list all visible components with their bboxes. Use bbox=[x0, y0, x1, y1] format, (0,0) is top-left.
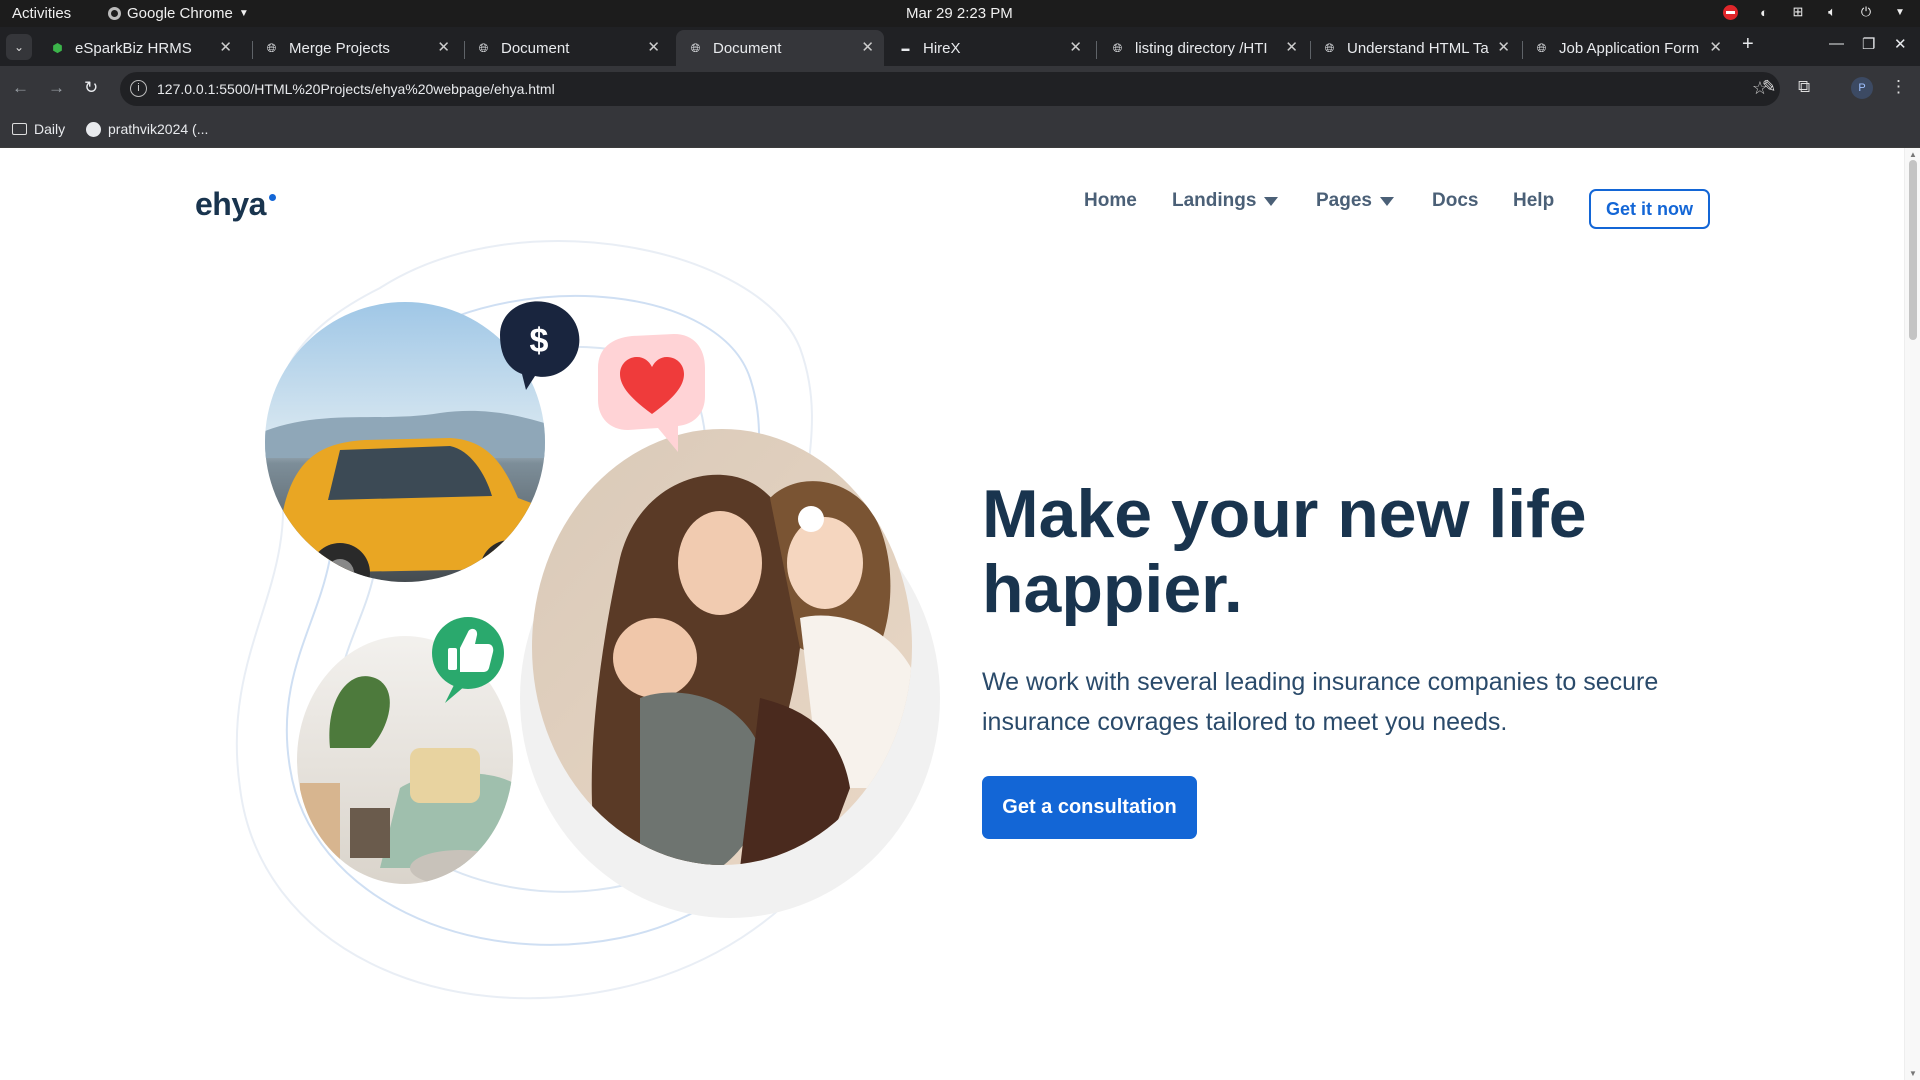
tab-separator bbox=[1096, 41, 1097, 59]
volume-icon: 🔈︎ bbox=[1828, 4, 1836, 19]
logo-text: ehya bbox=[195, 186, 266, 222]
tab-search-button[interactable]: ⌄ bbox=[6, 34, 32, 60]
hero-title: Make your new life happier. bbox=[982, 476, 1587, 627]
nav-home[interactable]: Home bbox=[1084, 190, 1137, 212]
tab-hirex[interactable]: ▬ HireX ✕ bbox=[886, 30, 1092, 66]
night-light-icon: ◐ bbox=[1760, 4, 1768, 20]
tab-title: Document bbox=[501, 39, 570, 57]
extensions-icon[interactable]: ⧉ bbox=[1798, 77, 1810, 97]
chrome-icon bbox=[108, 7, 121, 20]
hero-description: We work with several leading insurance c… bbox=[982, 668, 1659, 736]
tab-understand-html[interactable]: 🌐︎ Understand HTML Ta ✕ bbox=[1310, 30, 1520, 66]
bookmark-label: Daily bbox=[34, 121, 66, 137]
tab-title: Job Application Form bbox=[1559, 39, 1700, 57]
close-icon[interactable]: ✕ bbox=[1497, 38, 1510, 56]
close-icon[interactable]: ✕ bbox=[437, 38, 450, 56]
page-scrollbar[interactable]: ▲ ▼ bbox=[1904, 148, 1920, 1080]
nav-pages[interactable]: Pages bbox=[1316, 190, 1394, 212]
nav-landings[interactable]: Landings bbox=[1172, 190, 1279, 212]
minimize-button[interactable]: — bbox=[1829, 35, 1844, 52]
chevron-down-icon: ▼ bbox=[1895, 6, 1905, 18]
svg-text:$: $ bbox=[530, 322, 549, 360]
bookmark-daily[interactable]: Daily bbox=[12, 121, 65, 137]
activities-button[interactable]: Activities bbox=[12, 5, 71, 22]
folder-icon bbox=[12, 123, 27, 135]
page-viewport: ehya Home Landings Pages Docs Help Get i… bbox=[0, 148, 1920, 1080]
esparkbiz-favicon-icon: ⬢ bbox=[52, 41, 63, 55]
scroll-up-icon[interactable]: ▲ bbox=[1909, 150, 1917, 159]
nav-label: Pages bbox=[1316, 190, 1372, 211]
bookmark-github[interactable]: prathvik2024 (... bbox=[86, 121, 208, 137]
tab-title: HireX bbox=[923, 39, 961, 57]
new-tab-button[interactable]: + bbox=[1742, 33, 1754, 56]
close-icon[interactable]: ✕ bbox=[861, 38, 874, 56]
globe-icon: 🌐︎ bbox=[1112, 40, 1123, 55]
scrollbar-thumb[interactable] bbox=[1909, 160, 1917, 340]
app-menu[interactable]: Google Chrome ▼ bbox=[108, 5, 249, 22]
kebab-menu-icon[interactable]: ⋮ bbox=[1890, 77, 1907, 97]
caret-down-icon bbox=[1264, 196, 1279, 206]
reload-button[interactable]: ↻ bbox=[84, 78, 98, 98]
hirex-favicon-icon: ▬ bbox=[901, 43, 910, 53]
network-icon: ⊞ bbox=[1792, 4, 1804, 19]
caret-down-icon bbox=[1379, 196, 1394, 206]
url-text[interactable]: 127.0.0.1:5500/HTML%20Projects/ehya%20we… bbox=[157, 81, 555, 97]
app-name: Google Chrome bbox=[127, 5, 233, 22]
globe-icon: 🌐︎ bbox=[1324, 40, 1335, 55]
forward-button[interactable]: → bbox=[48, 78, 65, 98]
ehya-logo[interactable]: ehya bbox=[195, 186, 276, 223]
globe-icon: 🌐︎ bbox=[478, 40, 489, 55]
tab-title: Understand HTML Ta bbox=[1347, 39, 1489, 57]
back-button[interactable]: ← bbox=[12, 78, 29, 98]
tab-strip: ⌄ ⬢ eSparkBiz HRMS ✕ 🌐︎ Merge Projects ✕… bbox=[0, 27, 1920, 66]
chevron-down-icon: ⌄ bbox=[13, 40, 25, 54]
tab-title: Document bbox=[713, 39, 782, 57]
tab-document-active[interactable]: 🌐︎ Document ✕ bbox=[676, 30, 884, 66]
bookmarks-bar: Daily prathvik2024 (... bbox=[0, 112, 1920, 148]
restore-button[interactable]: ❐ bbox=[1862, 35, 1875, 53]
system-status-area[interactable]: ◐ ⊞ 🔈︎ ⏻ ▼ bbox=[1723, 4, 1908, 20]
nav-help[interactable]: Help bbox=[1513, 190, 1554, 212]
nav-label: Landings bbox=[1172, 190, 1257, 211]
address-bar[interactable]: i 127.0.0.1:5500/HTML%20Projects/ehya%20… bbox=[120, 72, 1780, 106]
globe-icon: 🌐︎ bbox=[1536, 40, 1547, 55]
github-icon bbox=[86, 121, 101, 137]
do-not-disturb-icon[interactable] bbox=[1723, 4, 1738, 20]
eyedropper-icon[interactable]: ✎ bbox=[1762, 77, 1776, 97]
clock[interactable]: Mar 29 2:23 PM bbox=[906, 5, 1013, 22]
get-it-now-button[interactable]: Get it now bbox=[1589, 189, 1710, 229]
tab-merge-projects[interactable]: 🌐︎ Merge Projects ✕ bbox=[252, 30, 460, 66]
tab-listing-directory[interactable]: 🌐︎ listing directory /HTI ✕ bbox=[1098, 30, 1308, 66]
power-icon: ⏻ bbox=[1860, 4, 1872, 19]
nav-docs[interactable]: Docs bbox=[1432, 190, 1478, 212]
browser-toolbar: ← → ↻ i 127.0.0.1:5500/HTML%20Projects/e… bbox=[0, 66, 1920, 112]
tab-title: listing directory /HTI bbox=[1135, 39, 1268, 57]
close-icon[interactable]: ✕ bbox=[647, 38, 660, 56]
close-icon[interactable]: ✕ bbox=[1069, 38, 1082, 56]
close-icon[interactable]: ✕ bbox=[1285, 38, 1298, 56]
hero-illustration: $ bbox=[235, 240, 940, 1000]
bookmark-label: prathvik2024 (... bbox=[108, 121, 209, 137]
site-info-icon[interactable]: i bbox=[130, 80, 147, 97]
tab-title: Merge Projects bbox=[289, 39, 390, 57]
logo-dot bbox=[268, 194, 276, 201]
chevron-down-icon: ▼ bbox=[238, 8, 249, 19]
close-icon[interactable]: ✕ bbox=[1709, 38, 1722, 56]
tab-esparkbiz[interactable]: ⬢ eSparkBiz HRMS ✕ bbox=[38, 30, 242, 66]
get-consultation-button[interactable]: Get a consultation bbox=[982, 776, 1197, 839]
globe-icon: 🌐︎ bbox=[266, 40, 277, 55]
close-window-button[interactable]: ✕ bbox=[1894, 35, 1907, 53]
tab-job-application[interactable]: 🌐︎ Job Application Form ✕ bbox=[1522, 30, 1732, 66]
scroll-down-icon[interactable]: ▼ bbox=[1909, 1069, 1917, 1078]
close-icon[interactable]: ✕ bbox=[219, 38, 232, 56]
globe-icon: 🌐︎ bbox=[690, 40, 701, 55]
system-top-bar: Activities Google Chrome ▼ Mar 29 2:23 P… bbox=[0, 0, 1920, 27]
tab-title: eSparkBiz HRMS bbox=[75, 39, 192, 57]
tab-document-1[interactable]: 🌐︎ Document ✕ bbox=[464, 30, 670, 66]
profile-avatar[interactable]: P bbox=[1851, 77, 1873, 99]
